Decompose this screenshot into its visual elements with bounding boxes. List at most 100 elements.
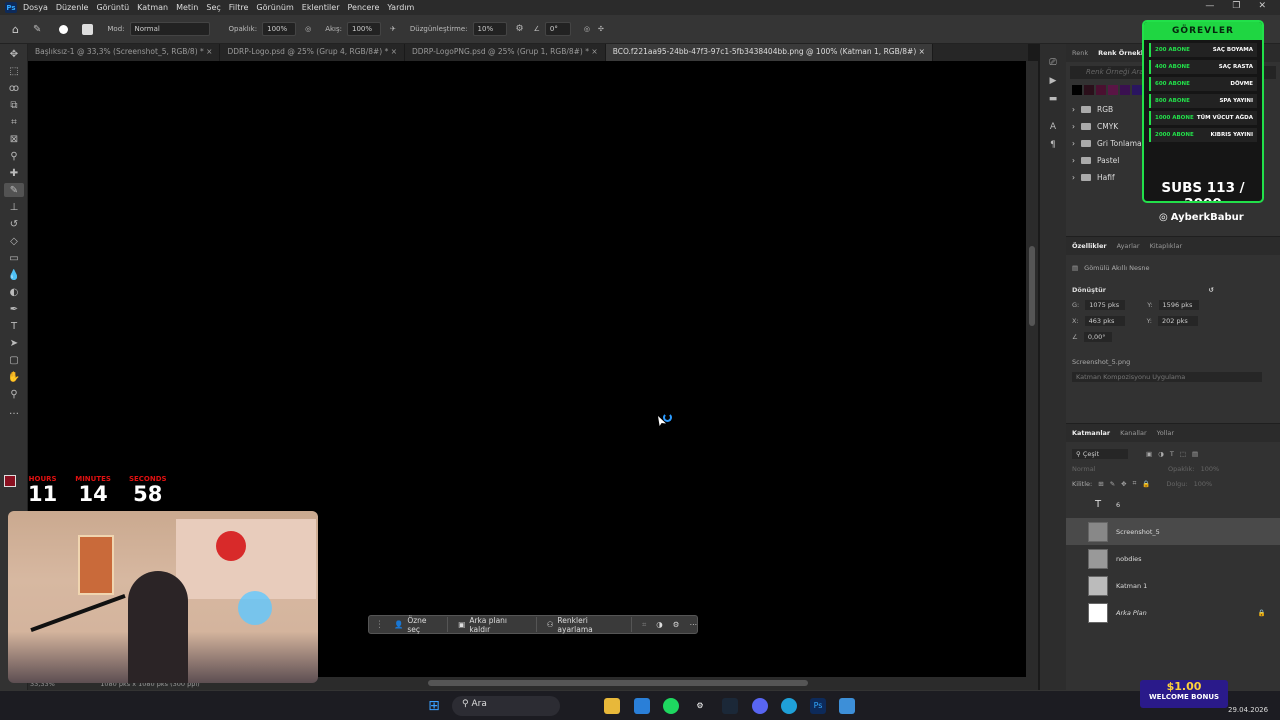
x-field[interactable]: 463 pks — [1084, 316, 1125, 326]
discord-icon[interactable] — [752, 698, 768, 714]
brush-preset-icon[interactable]: ✎ — [33, 24, 41, 35]
layer-row[interactable]: Arka Plan 🔒 — [1066, 599, 1280, 626]
photoshop-icon[interactable]: Ps — [810, 698, 826, 714]
tab-layers[interactable]: Katmanlar — [1072, 429, 1110, 437]
reset-icon[interactable]: ↺ — [1209, 286, 1214, 294]
filter-smart-icon[interactable]: ▤ — [1192, 450, 1198, 458]
adjustment-layer-icon[interactable]: ◑ — [656, 620, 663, 629]
tab-basliksiz[interactable]: Başlıksız-1 @ 33,3% (Screenshot_5, RGB/8… — [28, 44, 221, 61]
scroll-thumb[interactable] — [428, 680, 808, 686]
filter-pixel-icon[interactable]: ▣ — [1146, 450, 1152, 458]
menu-katman[interactable]: Katman — [137, 3, 168, 12]
more-options-icon[interactable]: ⋯ — [690, 620, 698, 629]
layer-comp-select[interactable]: Katman Kompozisyonu Uygulama — [1072, 372, 1262, 382]
swatch[interactable] — [1084, 85, 1094, 95]
marquee-tool-icon[interactable]: ⬚ — [4, 64, 24, 78]
remove-background-button[interactable]: ▣ Arka planı kaldır — [452, 616, 537, 634]
layer-filter-select[interactable]: ⚲ Çeşit — [1072, 449, 1128, 459]
tab-paths[interactable]: Yollar — [1157, 429, 1174, 437]
menu-dosya[interactable]: Dosya — [23, 3, 48, 12]
steam-icon[interactable] — [722, 698, 738, 714]
gradient-tool-icon[interactable]: ▭ — [4, 251, 24, 265]
layer-opacity-field[interactable]: 100% — [1201, 465, 1220, 473]
more-tools-icon[interactable]: … — [4, 404, 24, 418]
adjust-colors-button[interactable]: ⚇ Renkleri ayarlama — [541, 616, 632, 634]
brush-tool-icon[interactable]: ✎ — [4, 183, 24, 197]
tab-color[interactable]: Renk — [1072, 49, 1088, 57]
menu-filtre[interactable]: Filtre — [229, 3, 249, 12]
tab-libraries[interactable]: Kitaplıklar — [1150, 242, 1183, 250]
tab-adjustments[interactable]: Ayarlar — [1117, 242, 1140, 250]
angle-field[interactable]: 0,00° — [1083, 332, 1112, 342]
lock-position-icon[interactable]: ✥ — [1121, 480, 1126, 488]
swatch[interactable] — [1108, 85, 1118, 95]
menu-metin[interactable]: Metin — [176, 3, 198, 12]
mode-select[interactable]: Normal — [129, 22, 210, 36]
eraser-tool-icon[interactable]: ◇ — [4, 234, 24, 248]
close-icon[interactable]: × — [919, 47, 925, 56]
restore-icon[interactable]: ❐ — [1232, 1, 1240, 11]
comments-icon[interactable]: ▬ — [1049, 94, 1058, 104]
app-icon[interactable] — [839, 698, 855, 714]
angle-input[interactable]: 0° — [544, 22, 571, 36]
history-icon[interactable]: ⎚ — [1049, 58, 1056, 68]
swatch[interactable] — [1120, 85, 1130, 95]
menu-pencere[interactable]: Pencere — [348, 3, 380, 12]
path-select-tool-icon[interactable]: ➤ — [4, 336, 24, 350]
menu-goruntu[interactable]: Görüntü — [96, 3, 129, 12]
fill-field[interactable]: 100% — [1194, 480, 1213, 488]
lock-transparent-icon[interactable]: ⊞ — [1098, 480, 1103, 488]
foreground-color-swatch[interactable] — [4, 475, 16, 487]
close-icon[interactable]: × — [206, 47, 212, 56]
height-field[interactable]: 1596 pks — [1158, 300, 1199, 310]
settings-icon[interactable]: ⚙ — [692, 698, 708, 714]
menu-sec[interactable]: Seç — [206, 3, 220, 12]
tab-properties[interactable]: Özellikler — [1072, 242, 1107, 250]
properties-icon[interactable]: ⚙ — [673, 620, 680, 629]
lock-artboard-icon[interactable]: ⌗ — [1133, 479, 1137, 488]
frame-tool-icon[interactable]: ⊠ — [4, 132, 24, 146]
layer-row[interactable]: Screenshot_5 — [1066, 518, 1280, 545]
layer-row[interactable]: nobdies — [1066, 545, 1280, 572]
zoom-tool-icon[interactable]: ⚲ — [4, 387, 24, 401]
close-icon[interactable]: × — [391, 47, 397, 56]
close-icon[interactable]: ✕ — [1258, 1, 1266, 11]
symmetry-icon[interactable]: ✣ — [598, 25, 604, 33]
flow-input[interactable]: 100% — [347, 22, 382, 36]
brush-size-icon[interactable] — [59, 24, 69, 34]
file-explorer-icon[interactable] — [604, 698, 620, 714]
history-brush-tool-icon[interactable]: ↺ — [4, 217, 24, 231]
mask-icon[interactable]: ⌗ — [642, 620, 646, 630]
filter-type-icon[interactable]: T — [1170, 450, 1174, 458]
play-icon[interactable]: ▶ — [1050, 76, 1057, 86]
vertical-scrollbar[interactable] — [1026, 61, 1038, 677]
tab-bco[interactable]: BCO.f221aa95-24bb-47f3-97c1-5fb3438404bb… — [605, 44, 933, 61]
menu-eklentiler[interactable]: Eklentiler — [302, 3, 340, 12]
edge-icon[interactable] — [781, 698, 797, 714]
pen-tool-icon[interactable]: ✒ — [4, 302, 24, 316]
stamp-tool-icon[interactable]: ⊥ — [4, 200, 24, 214]
shape-tool-icon[interactable]: ▢ — [4, 353, 24, 367]
eyedropper-tool-icon[interactable]: ⚲ — [4, 149, 24, 163]
hand-tool-icon[interactable]: ✋ — [4, 370, 24, 384]
type-tool-icon[interactable]: T — [4, 319, 24, 333]
spotify-icon[interactable] — [663, 698, 679, 714]
filter-adjustment-icon[interactable]: ◑ — [1158, 450, 1164, 458]
blur-tool-icon[interactable]: 💧 — [4, 268, 24, 282]
width-field[interactable]: 1075 pks — [1085, 300, 1126, 310]
y-field[interactable]: 202 pks — [1157, 316, 1198, 326]
opacity-input[interactable]: 100% — [262, 22, 297, 36]
swatch[interactable] — [1096, 85, 1106, 95]
swatch[interactable] — [1072, 85, 1082, 95]
swatch[interactable] — [1132, 85, 1142, 95]
scroll-thumb[interactable] — [1029, 246, 1035, 326]
smoothing-input[interactable]: 10% — [472, 22, 507, 36]
brush-settings-icon[interactable] — [82, 23, 94, 35]
close-icon[interactable]: × — [591, 47, 597, 56]
drag-handle-icon[interactable]: ⋮ — [375, 620, 384, 630]
character-icon[interactable]: A — [1050, 122, 1056, 132]
tab-channels[interactable]: Kanallar — [1120, 429, 1147, 437]
blend-mode-select[interactable]: Normal — [1072, 465, 1162, 473]
store-icon[interactable] — [634, 698, 650, 714]
lock-all-icon[interactable]: 🔒 — [1142, 480, 1150, 488]
